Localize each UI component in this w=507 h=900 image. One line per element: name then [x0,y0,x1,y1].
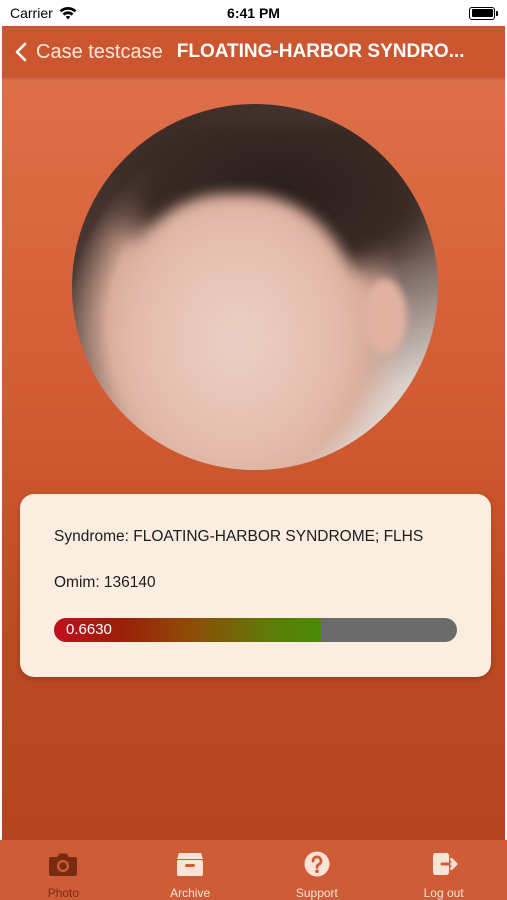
main-content: Case testcase FLOATING-HARBOR SYNDRO... … [0,26,507,840]
chevron-left-icon [15,42,27,62]
camera-icon [49,853,78,876]
back-button[interactable]: Case testcase [14,41,163,64]
syndrome-text: Syndrome: FLOATING-HARBOR SYNDROME; FLHS [54,528,424,545]
tab-photo[interactable]: Photo [13,850,113,900]
back-label: Case testcase [36,40,163,63]
tab-bar: Photo Archive Support Log out [0,840,507,900]
patient-photo [72,104,438,470]
tab-logout-label: Log out [423,886,464,900]
archive-box-icon [177,853,204,876]
tab-logout[interactable]: Log out [394,850,494,900]
tab-support[interactable]: Support [267,850,367,900]
wifi-icon [59,6,77,20]
omim-text: Omim: 136140 [54,574,156,591]
logout-icon [432,853,458,875]
navigation-bar: Case testcase FLOATING-HARBOR SYNDRO... [2,26,505,78]
result-card: Syndrome: FLOATING-HARBOR SYNDROME; FLHS… [20,494,491,677]
tab-archive-label: Archive [170,886,211,900]
tab-photo-label: Photo [47,886,80,900]
status-bar: Carrier 6:41 PM [0,0,507,26]
question-circle-icon [304,851,330,877]
carrier-label: Carrier [10,5,53,21]
score-progress-bar: 0.6630 [54,618,457,642]
page-title: FLOATING-HARBOR SYNDRO... [176,41,465,62]
tab-support-label: Support [295,886,338,900]
score-value-label: 0.6630 [66,621,112,638]
tab-archive[interactable]: Archive [140,850,240,900]
battery-icon [469,6,498,20]
status-left: Carrier [10,5,77,21]
